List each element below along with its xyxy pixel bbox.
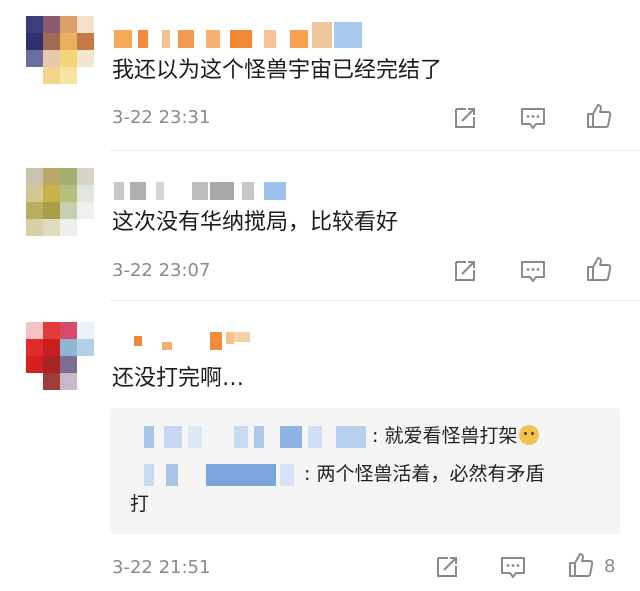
comment-text: 还没打完啊… — [112, 366, 245, 391]
comment-icon[interactable] — [498, 552, 528, 582]
reply-username-mosaic[interactable] — [130, 425, 372, 448]
divider — [110, 300, 640, 301]
avatar[interactable] — [26, 322, 94, 390]
divider — [110, 150, 640, 151]
username-mosaic[interactable] — [114, 182, 294, 200]
thumbs-up-icon[interactable] — [566, 550, 596, 580]
comment-text: 我还以为这个怪兽宇宙已经完结了 — [112, 58, 443, 83]
timestamp: 3-22 23:31 — [112, 107, 211, 128]
reply-username-mosaic[interactable] — [130, 463, 304, 486]
replies-box[interactable]: : 就爱看怪兽打架 : 两个怪兽活着，必然有矛盾 打 — [110, 408, 620, 534]
avatar[interactable] — [26, 168, 94, 236]
share-icon[interactable] — [432, 552, 462, 582]
thumbs-up-icon[interactable] — [584, 101, 614, 131]
reply-continuation: 打 — [130, 493, 150, 515]
reply-item[interactable]: : 就爱看怪兽打架 — [130, 422, 540, 450]
doge-emoji-icon — [519, 425, 540, 445]
timestamp: 3-22 23:07 — [112, 260, 211, 281]
comment-text: 这次没有华纳搅局，比较看好 — [112, 210, 399, 235]
reply-text: : 就爱看怪兽打架 — [372, 425, 518, 447]
username-mosaic[interactable] — [114, 22, 364, 48]
comment-icon[interactable] — [518, 256, 548, 286]
share-icon[interactable] — [450, 256, 480, 286]
avatar[interactable] — [26, 16, 94, 84]
thumbs-up-icon[interactable] — [584, 254, 614, 284]
reply-text: : 两个怪兽活着，必然有矛盾 — [304, 463, 545, 485]
like-count: 8 — [604, 556, 616, 577]
reply-item[interactable]: : 两个怪兽活着，必然有矛盾 — [130, 460, 544, 488]
timestamp: 3-22 21:51 — [112, 557, 211, 578]
username-mosaic[interactable] — [114, 332, 250, 350]
comment-icon[interactable] — [518, 103, 548, 133]
share-icon[interactable] — [450, 103, 480, 133]
